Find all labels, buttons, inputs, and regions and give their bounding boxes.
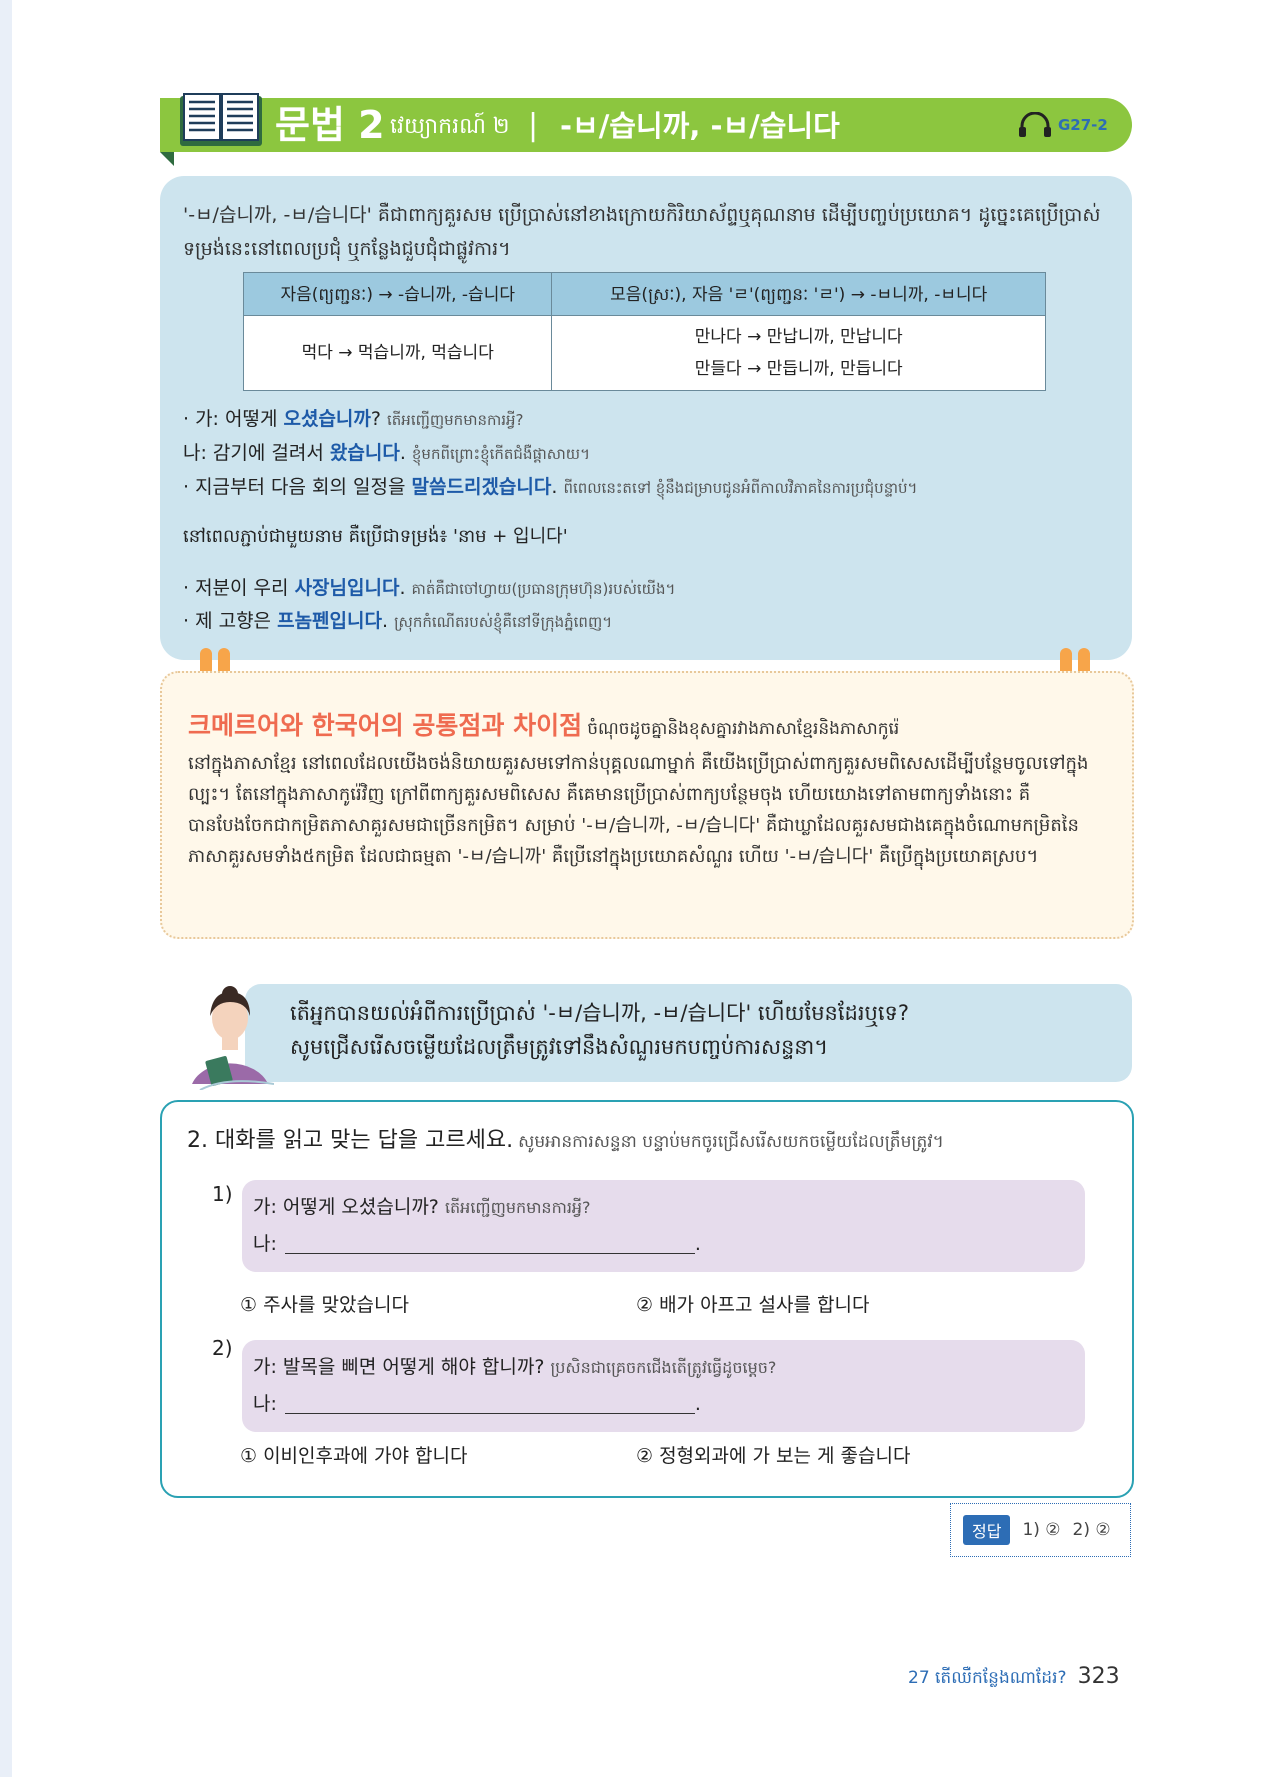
question-1-option-2[interactable]: ② 배가 아프고 설사를 합니다 <box>636 1290 869 1320</box>
chapter-label: 27 តើឈឺកន្លែងណាដែរ? <box>908 1668 1067 1688</box>
header-fold <box>160 152 174 166</box>
noun-usage-note: នៅពេលភ្ជាប់ជាមួយនាម គឺប្រើជាទម្រង់៖ 'នាម… <box>183 526 568 547</box>
grammar-form: -ㅂ/습니까, -ㅂ/습니다 <box>560 109 840 143</box>
example-sentence-1: · 가: 어떻게 오셨습니까? តើអញ្ជើញមកមានការអ្វី? <box>183 408 524 430</box>
table-cell-consonant-example: 먹다 → 먹습니까, 먹습니다 <box>242 315 553 391</box>
headphones-icon <box>1019 112 1051 137</box>
grammar-title: 문법 2 <box>275 103 385 147</box>
table-cell-vowel-examples: 만나다 → 만납니까, 만납니다 만들다 → 만듭니까, 만듭니다 <box>551 315 1046 391</box>
example-sentence-2: 나: 감기에 걸려서 왔습니다. ខ្ញុំមកពីព្រោះខ្ញុំកើតជ… <box>183 442 590 464</box>
exercise-heading: 2. 대화를 읽고 맞는 답을 고르세요. សូមអានការសន្ទនា បន… <box>187 1128 944 1153</box>
table-header-consonant: 자음(ព្យញ្ជនៈ) → -습니까, -습니다 <box>242 272 553 316</box>
answer-label: 정답 <box>963 1515 1011 1545</box>
noun-example-2: · 제 고향은 프놈펜입니다. ស្រុកកំណើតរបស់ខ្ញុំគឺនៅទ… <box>183 610 613 632</box>
header-separator: | <box>528 108 539 143</box>
conjugation-table: 자음(ព្យញ្ជនៈ) → -습니까, -습니다 모음(ស្រៈ), 자음 '… <box>242 272 1046 391</box>
page-side-strip <box>0 0 12 1777</box>
audio-track[interactable]: G27-2 <box>1018 112 1108 138</box>
open-book-icon <box>180 93 262 146</box>
question-1-number: 1) <box>212 1182 233 1206</box>
question-2-ga: 가: 발목을 삐면 어떻게 해야 합니까? ប្រសិនជាគ្រេចកជើងត… <box>253 1356 777 1378</box>
teacher-prompt-text: តើអ្នកបានយល់អំពីការប្រើប្រាស់ '-ㅂ/습니까, -… <box>290 996 909 1064</box>
page-number: 323 <box>1077 1664 1120 1689</box>
table-header-vowel: 모음(ស្រៈ), 자음 'ㄹ'(ព្យញ្ជនៈ 'ㄹ') → -ㅂ니까, -… <box>551 272 1046 316</box>
answer-key: 정답 1) ② 2) ② <box>950 1503 1131 1557</box>
table-row: 먹다 → 먹습니까, 먹습니다 만나다 → 만납니까, 만납니다 만들다 → 만… <box>242 315 1046 391</box>
comparison-body: នៅក្នុងភាសាខ្មែរ នៅពេលដែលយើងចង់និយាយគួរស… <box>188 753 1089 867</box>
comparison-title-korean: 크메르어와 한국어의 공통점과 차이점 <box>188 711 583 740</box>
table-header-row: 자음(ព្យញ្ជនៈ) → -습니까, -습니다 모음(ស្រៈ), 자음 '… <box>242 272 1046 316</box>
question-1-option-1[interactable]: ① 주사를 맞았습니다 <box>240 1290 409 1320</box>
grammar-intro: '-ㅂ/습니까, -ㅂ/습니다' គឺជាពាក្យគួរសម ប្រើប្រា… <box>183 204 1101 260</box>
answer-2: 2) ② <box>1072 1520 1111 1540</box>
comparison-title: 크메르어와 한국어의 공통점과 차이점 ចំណុចដូចគ្នានិងខុសគ្… <box>188 706 899 743</box>
example-mannada: 만나다 → 만납니까, 만납니다 <box>694 327 903 347</box>
prompt-line-2: សូមជ្រើសរើសចម្លើយដែលត្រឹមត្រូវទៅនឹងសំណួរ… <box>290 1035 829 1059</box>
teacher-avatar-icon <box>192 986 274 1090</box>
question-2-option-2[interactable]: ② 정형외과에 가 보는 게 좋습니다 <box>636 1441 910 1471</box>
question-2-option-1[interactable]: ① 이비인후과에 가야 합니다 <box>240 1441 467 1471</box>
answer-1: 1) ② <box>1022 1520 1061 1540</box>
example-mandeulda: 만들다 → 만듭니까, 만듭니다 <box>694 359 903 379</box>
page-footer: 27 តើឈឺកន្លែងណាដែរ? 323 <box>908 1664 1120 1692</box>
audio-code: G27-2 <box>1058 116 1108 134</box>
comparison-title-khmer: ចំណុចដូចគ្នានិងខុសគ្នារវាងភាសាខ្មែរនិងភា… <box>587 719 900 739</box>
grammar-khmer-subtitle: វេយ្យាករណ៍ ២ <box>390 114 510 139</box>
question-2-number: 2) <box>212 1336 233 1360</box>
question-1-ga: 가: 어떻게 오셨습니까? តើអញ្ជើញមកមានការអ្វី? <box>253 1196 591 1218</box>
answer-blank-1[interactable] <box>284 1235 695 1254</box>
question-1-na: 나:. <box>253 1233 701 1255</box>
example-sentence-3: · 지금부터 다음 회의 일정을 말씀드리겠습니다. ពីពេលនេះតទៅ ខ… <box>183 476 918 498</box>
noun-example-1: · 저분이 우리 사장님입니다. គាត់គឺជាចៅហ្វាយ(ប្រធានក… <box>183 577 676 599</box>
answer-blank-2[interactable] <box>284 1395 695 1414</box>
prompt-line-1: តើអ្នកបានយល់អំពីការប្រើប្រាស់ '-ㅂ/습니까, -… <box>290 1001 910 1025</box>
question-2-na: 나:. <box>253 1393 701 1415</box>
